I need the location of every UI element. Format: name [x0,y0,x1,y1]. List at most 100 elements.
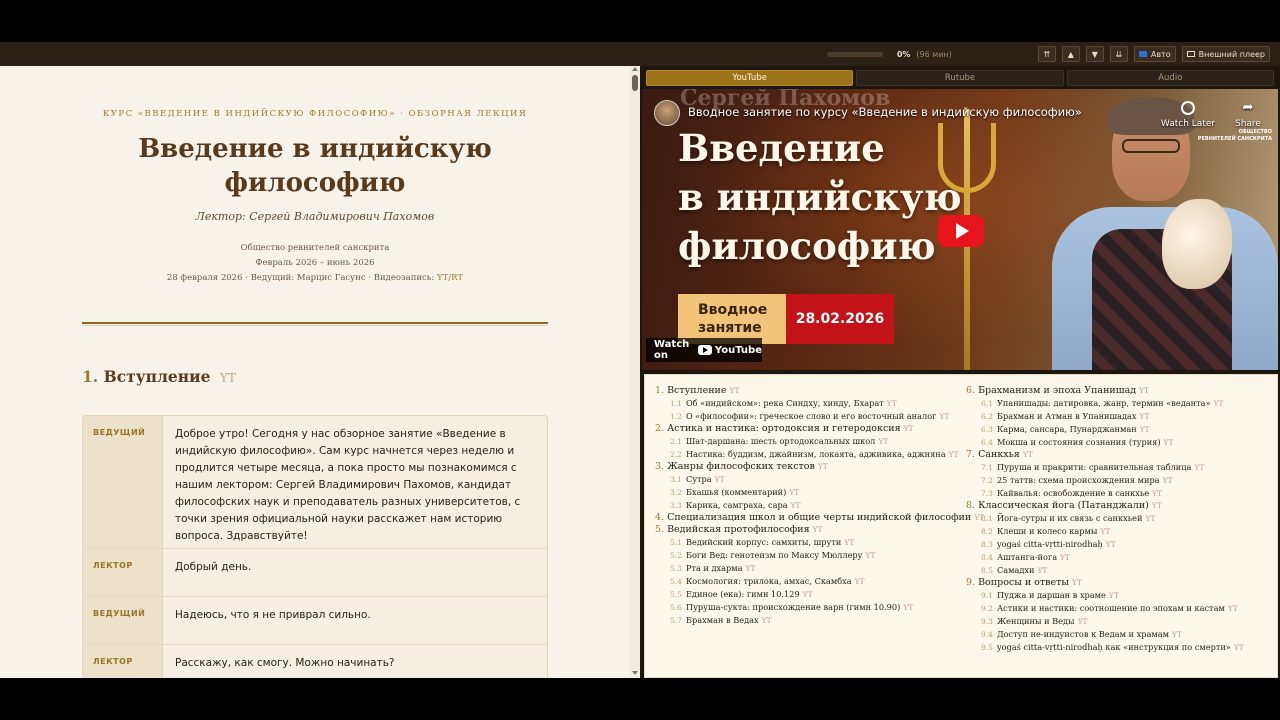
toc-subsection[interactable]: 3.3 Карика, самграха, сара YT [655,499,984,512]
toc-subsection[interactable]: 8.3 yogaś citta-vṛtti-nirodhaḥ YT [966,538,1244,551]
watch-on-youtube-button[interactable]: Watch on YouTube [646,338,762,362]
toc-subsection[interactable]: 9.5 yogaś citta-vṛtti-nirodhaḥ как «инстр… [966,641,1244,654]
toc-subsection[interactable]: 5.5 Единое (ека): гимн 10.129 YT [655,588,984,601]
scroll-down-button[interactable]: ▼ [1085,46,1104,62]
toc-yt-link[interactable]: YT [791,501,801,510]
toc-yt-link[interactable]: YT [1163,476,1173,485]
toc-section[interactable]: 6. Брахманизм и эпоха Упанишад YT [966,385,1244,397]
tab-audio[interactable]: Audio [1066,70,1274,86]
toc-subsection[interactable]: 3.1 Сутра YT [655,473,984,486]
toc-subsection[interactable]: 6.2 Брахман и Атман в Упанишадах YT [966,410,1244,423]
toc-section[interactable]: 8. Классическая йога (Патанджали) YT [966,500,1244,512]
toc-subsection[interactable]: 7.1 Пуруша и пракрити: сравнительная табл… [966,461,1244,474]
toc-subsection[interactable]: 8.1 Йога-сутры и их связь с санкхьей YT [966,512,1244,525]
toc-yt-link[interactable]: YT [1106,540,1116,549]
toc-yt-link[interactable]: YT [746,564,756,573]
toc-yt-link[interactable]: YT [887,399,897,408]
toc-yt-link[interactable]: YT [813,525,823,534]
toc-section[interactable]: 4. Специализация школ и общие черты индий… [655,512,984,524]
toc-yt-link[interactable]: YT [1072,578,1082,587]
toc-yt-link[interactable]: YT [1140,425,1150,434]
toc-yt-link[interactable]: YT [1139,386,1149,395]
toc-yt-link[interactable]: YT [878,437,888,446]
toc-subsection[interactable]: 8.2 Клеши и колесо кармы YT [966,525,1244,538]
toc-subsection[interactable]: 2.1 Шат-даршана: шесть ортодоксальных шко… [655,435,984,448]
toc-subsection[interactable]: 6.3 Карма, сансара, Пунарджанман YT [966,423,1244,436]
toc-subsection[interactable]: 5.1 Ведийский корпус: самхиты, шрути YT [655,536,984,549]
toc-yt-link[interactable]: YT [844,538,854,547]
scroll-bottom-button[interactable]: ⇊ [1109,46,1128,62]
toc-section[interactable]: 1. Вступление YT [655,385,984,397]
transcript-scrollbar[interactable] [630,66,640,678]
toc-yt-link[interactable]: YT [1145,514,1155,523]
toc-yt-link[interactable]: YT [1234,643,1244,652]
toc-subsection[interactable]: 3.2 Бхашья (комментарий) YT [655,486,984,499]
toc-section[interactable]: 2. Астика и настика: ортодоксия и гетерод… [655,423,984,435]
scroll-up-arrow-icon[interactable] [632,67,638,71]
toc-yt-link[interactable]: YT [939,412,949,421]
toc-yt-link[interactable]: YT [789,488,799,497]
external-player-button[interactable]: Внешний плеер [1181,46,1270,62]
toc-yt-link[interactable]: YT [904,424,914,433]
toc-yt-link[interactable]: YT [1152,489,1162,498]
toc-section[interactable]: 7. Санкхья YT [966,449,1244,461]
toc-subsection[interactable]: 5.6 Пуруша-сукта: происхождение варн (гим… [655,601,984,614]
channel-avatar[interactable] [654,100,680,126]
toc-yt-link[interactable]: YT [903,603,913,612]
tab-youtube[interactable]: YouTube [646,70,854,86]
toc-yt-link[interactable]: YT [1078,617,1088,626]
section-yt-link[interactable]: YT [220,371,236,385]
toc-subsection[interactable]: 5.7 Брахман в Ведах YT [655,614,984,627]
toc-yt-link[interactable]: YT [715,475,725,484]
toc-yt-link[interactable]: YT [949,450,959,459]
toc-subsection[interactable]: 8.4 Аштанга-йога YT [966,551,1244,564]
toc-subsection[interactable]: 9.2 Астики и настики: соотношение по эпох… [966,602,1244,615]
toc-section[interactable]: 9. Вопросы и ответы YT [966,577,1244,589]
toc-yt-link[interactable]: YT [818,462,828,471]
share-button[interactable]: ➦ Share [1228,101,1268,130]
toc-yt-link[interactable]: YT [1172,630,1182,639]
video-embed[interactable]: Сергей Пахомов Вводное занятие по курсу … [642,89,1278,370]
toc-subsection[interactable]: 1.2 О «философии»: греческое слово и его … [655,410,984,423]
toc-yt-link[interactable]: YT [1023,450,1033,459]
video-link[interactable]: YT/RT [437,273,463,283]
toc-subsection[interactable]: 9.3 Женщины и Веды YT [966,615,1244,628]
toc-yt-link[interactable]: YT [1214,399,1224,408]
toc-subsection[interactable]: 6.4 Мокша и состояния сознания (турия) YT [966,436,1244,449]
toc-subsection[interactable]: 5.2 Боги Вед: генотеизм по Максу Мюллеру Y… [655,549,984,562]
toc-yt-link[interactable]: YT [1140,412,1150,421]
toc-subsection[interactable]: 2.2 Настика: буддизм, джайнизм, локаята, … [655,448,984,461]
toc-yt-link[interactable]: YT [1152,501,1162,510]
video-title[interactable]: Вводное занятие по курсу «Введение в инд… [688,105,1082,119]
toc-yt-link[interactable]: YT [762,616,772,625]
watch-later-button[interactable]: Watch Later [1160,101,1216,129]
toc-subsection[interactable]: 5.4 Космология: трилока, амхас, Скамбха YT [655,575,984,588]
toc-subsection[interactable]: 9.4 Доступ не-индуистов к Ведам и храмам Y… [966,628,1244,641]
scroll-down-arrow-icon[interactable] [632,671,638,675]
toc-section[interactable]: 5. Ведийская протофилософия YT [655,524,984,536]
toc-section[interactable]: 3. Жанры философских текстов YT [655,461,984,473]
scrollbar-thumb[interactable] [632,75,638,91]
toc-yt-link[interactable]: YT [1037,566,1047,575]
toc-subsection[interactable]: 9.1 Пуджа и даршан в храме YT [966,589,1244,602]
toc-subsection[interactable]: 7.2 25 таттв: схема происхождения мира YT [966,474,1244,487]
toc-yt-link[interactable]: YT [1194,463,1204,472]
toc-yt-link[interactable]: YT [1109,591,1119,600]
toc-yt-link[interactable]: YT [865,551,875,560]
toc-subsection[interactable]: 8.5 Самадхи YT [966,564,1244,577]
toc-subsection[interactable]: 1.1 Об «индийском»: река Синдху, хинду, Б… [655,397,984,410]
toc-yt-link[interactable]: YT [1060,553,1070,562]
toc-subsection[interactable]: 5.3 Рта и дхарма YT [655,562,984,575]
toc-subsection[interactable]: 7.3 Кайвалья: освобождение в санкхье YT [966,487,1244,500]
toc-yt-link[interactable]: YT [1164,438,1174,447]
scroll-up-button[interactable]: ▲ [1061,46,1080,62]
toc-subsection[interactable]: 6.1 Упанишады: датировка, жанр, термин «в… [966,397,1244,410]
tab-rutube[interactable]: Rutube [856,70,1064,86]
toc-yt-link[interactable]: YT [1100,527,1110,536]
toc-yt-link[interactable]: YT [855,577,865,586]
toc-yt-link[interactable]: YT [730,386,740,395]
toc-yt-link[interactable]: YT [803,590,813,599]
scroll-top-button[interactable]: ⇈ [1037,46,1056,62]
auto-toggle-button[interactable]: Авто [1133,46,1176,62]
toc-yt-link[interactable]: YT [1228,604,1238,613]
